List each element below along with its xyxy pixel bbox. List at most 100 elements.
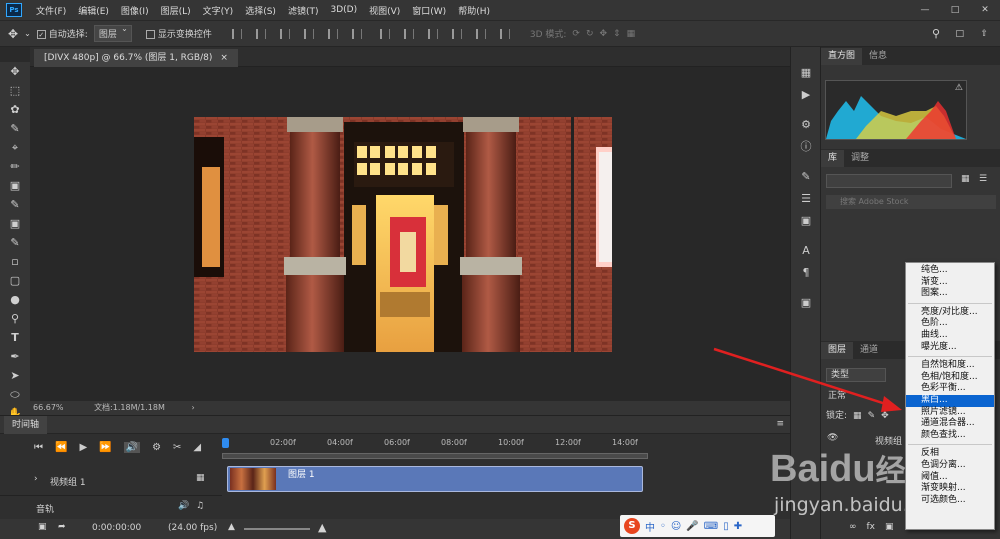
document-tab[interactable]: [DIVX 480p] @ 66.7% (图层 1, RGB/8) × [34,49,238,67]
adjust-menu-item[interactable]: 反相 [906,448,994,460]
eyedropper-tool-icon[interactable]: ✏ [0,157,30,176]
align-hcenter-icon[interactable] [327,28,338,39]
adjust-menu-item[interactable]: 阈值... [906,472,994,484]
show-transform-checkbox[interactable]: 显示变换控件 [145,27,212,40]
menu-window[interactable]: 窗口(W) [406,4,452,17]
blur-tool-icon[interactable]: ● [0,290,30,309]
music-note-icon[interactable]: ♫ [196,501,204,511]
adjust-menu-item[interactable]: 曝光度... [906,342,994,354]
share-icon[interactable]: ⇧ [980,29,988,39]
clip[interactable]: 图层 1 [227,466,643,492]
quick-select-tool-icon[interactable]: ✎ [0,119,30,138]
zoom-out-icon[interactable]: ▲ [228,522,235,532]
adjust-menu-item[interactable]: 照片滤镜... [906,407,994,419]
tab-adjustments[interactable]: 调整 [844,150,876,167]
brush-tool-icon[interactable]: ✎ [0,195,30,214]
lock-pixels-icon[interactable]: ▦ [853,409,862,423]
adjust-menu-item[interactable]: 曲线... [906,330,994,342]
lock-brush-icon[interactable]: ✎ [868,409,876,423]
audio-icon[interactable]: 🔊 [123,442,141,453]
distribute-left-icon[interactable] [451,28,462,39]
distribute-hcenter-icon[interactable] [475,28,486,39]
adjust-menu-item[interactable]: 色调分离... [906,460,994,472]
ime-emoji-icon[interactable]: ☺ [671,521,681,532]
close-icon[interactable]: ✕ [970,0,1000,20]
lasso-tool-icon[interactable]: ✿ [0,100,30,119]
workspace-icon[interactable]: □ [955,29,964,39]
adjust-menu-item[interactable]: 颜色查找... [906,430,994,442]
ime-voice-icon[interactable]: 🎤 [686,521,698,532]
ime-logo-icon[interactable]: S [624,518,640,534]
convert-frames-icon[interactable]: ▣ [38,522,47,532]
menu-help[interactable]: 帮助(H) [452,4,496,17]
tab-info[interactable]: 信息 [862,48,894,65]
dodge-tool-icon[interactable]: ⚲ [0,309,30,328]
visibility-eye-icon[interactable]: 👁 [827,433,838,443]
warning-icon[interactable]: ⚠ [955,83,963,93]
minimize-icon[interactable]: — [910,0,940,20]
first-frame-icon[interactable]: ⏮ [34,442,43,453]
next-frame-icon[interactable]: ⏩ [99,442,111,453]
menu-layer[interactable]: 图层(L) [155,4,197,17]
auto-select-dropdown[interactable]: 图层 [93,24,132,42]
3d-roll-icon[interactable]: ↻ [586,29,594,39]
adjust-menu-item[interactable]: 渐变... [906,277,994,289]
close-tab-icon[interactable]: × [220,53,228,63]
mute-icon[interactable]: 🔊 [178,501,189,511]
align-right-icon[interactable] [351,28,362,39]
render-icon[interactable]: ➦ [58,522,66,532]
move-tool-icon[interactable]: ✥ [0,62,30,81]
adjust-menu-item[interactable]: 纯色... [906,265,994,277]
actions-play-icon[interactable]: ▶ [791,83,821,105]
distribute-vcenter-icon[interactable] [403,28,414,39]
filter-kind-dropdown[interactable]: 类型 [826,368,886,382]
ime-keyboard-icon[interactable]: ⌨ [704,521,718,532]
auto-select-checkbox[interactable]: ✓ 自动选择: [36,27,88,40]
adjust-menu-item[interactable]: 自然饱和度... [906,360,994,372]
move-tool-icon[interactable]: ✥ [8,27,18,41]
align-bottom-icon[interactable] [279,28,290,39]
prev-frame-icon[interactable]: ⏪ [55,442,67,453]
paragraph-icon[interactable]: ¶ [791,261,821,283]
align-vcenter-icon[interactable] [255,28,266,39]
distribute-top-icon[interactable] [379,28,390,39]
play-icon[interactable]: ▶ [79,442,87,453]
grid-view-icon[interactable]: ▦ [961,174,970,184]
settings-gear-icon[interactable]: ⚙ [152,442,161,453]
film-icon[interactable]: ▦ [196,473,205,483]
adjust-menu-item[interactable]: 色相/饱和度... [906,372,994,384]
stamp-tool-icon[interactable]: ▣ [0,214,30,233]
zoom-in-icon[interactable]: ▲ [318,521,326,534]
tab-layers[interactable]: 图层 [821,342,854,359]
adjust-menu-item[interactable]: 通道混合器... [906,418,994,430]
ime-language[interactable]: 中 [645,519,655,534]
gradient-tool-icon[interactable]: ▢ [0,271,30,290]
tab-libraries[interactable]: 库 [821,150,845,167]
3d-cube-icon[interactable]: ▣ [791,291,821,313]
tool-preset-chevron-icon[interactable]: ⌄ [24,29,31,38]
3d-slide-icon[interactable]: ⇕ [613,29,621,39]
brush-settings-icon[interactable]: ✎ [791,165,821,187]
playhead[interactable] [222,438,229,448]
lock-move-icon[interactable]: ✥ [881,409,889,423]
3d-pan-icon[interactable]: ✥ [600,29,608,39]
adjust-menu-item[interactable]: 图案... [906,288,994,300]
work-area-bar[interactable] [222,453,648,459]
adjust-menu-item[interactable]: 色彩平衡... [906,383,994,395]
panel-menu-icon[interactable]: ≡ [776,419,784,429]
align-left-icon[interactable] [303,28,314,39]
stock-search[interactable]: 搜索 Adobe Stock [826,195,996,209]
library-dropdown[interactable] [826,174,952,188]
expand-chevron-icon[interactable]: › [34,474,38,484]
pen-tool-icon[interactable]: ✒ [0,347,30,366]
adjust-menu-item[interactable]: 色阶... [906,318,994,330]
list-view-icon[interactable]: ☰ [979,174,987,184]
eraser-tool-icon[interactable]: ▫ [0,252,30,271]
transition-icon[interactable]: ◢ [193,442,201,453]
adjust-menu-item[interactable]: 可选颜色... [906,495,994,507]
healing-tool-icon[interactable]: ▣ [0,176,30,195]
menu-filter[interactable]: 滤镜(T) [282,4,325,17]
adjustments-icon[interactable]: ☰ [791,187,821,209]
align-top-icon[interactable] [231,28,242,39]
time-ruler[interactable]: 02:00f 04:00f 06:00f 08:00f 10:00f 12:00… [222,438,652,450]
